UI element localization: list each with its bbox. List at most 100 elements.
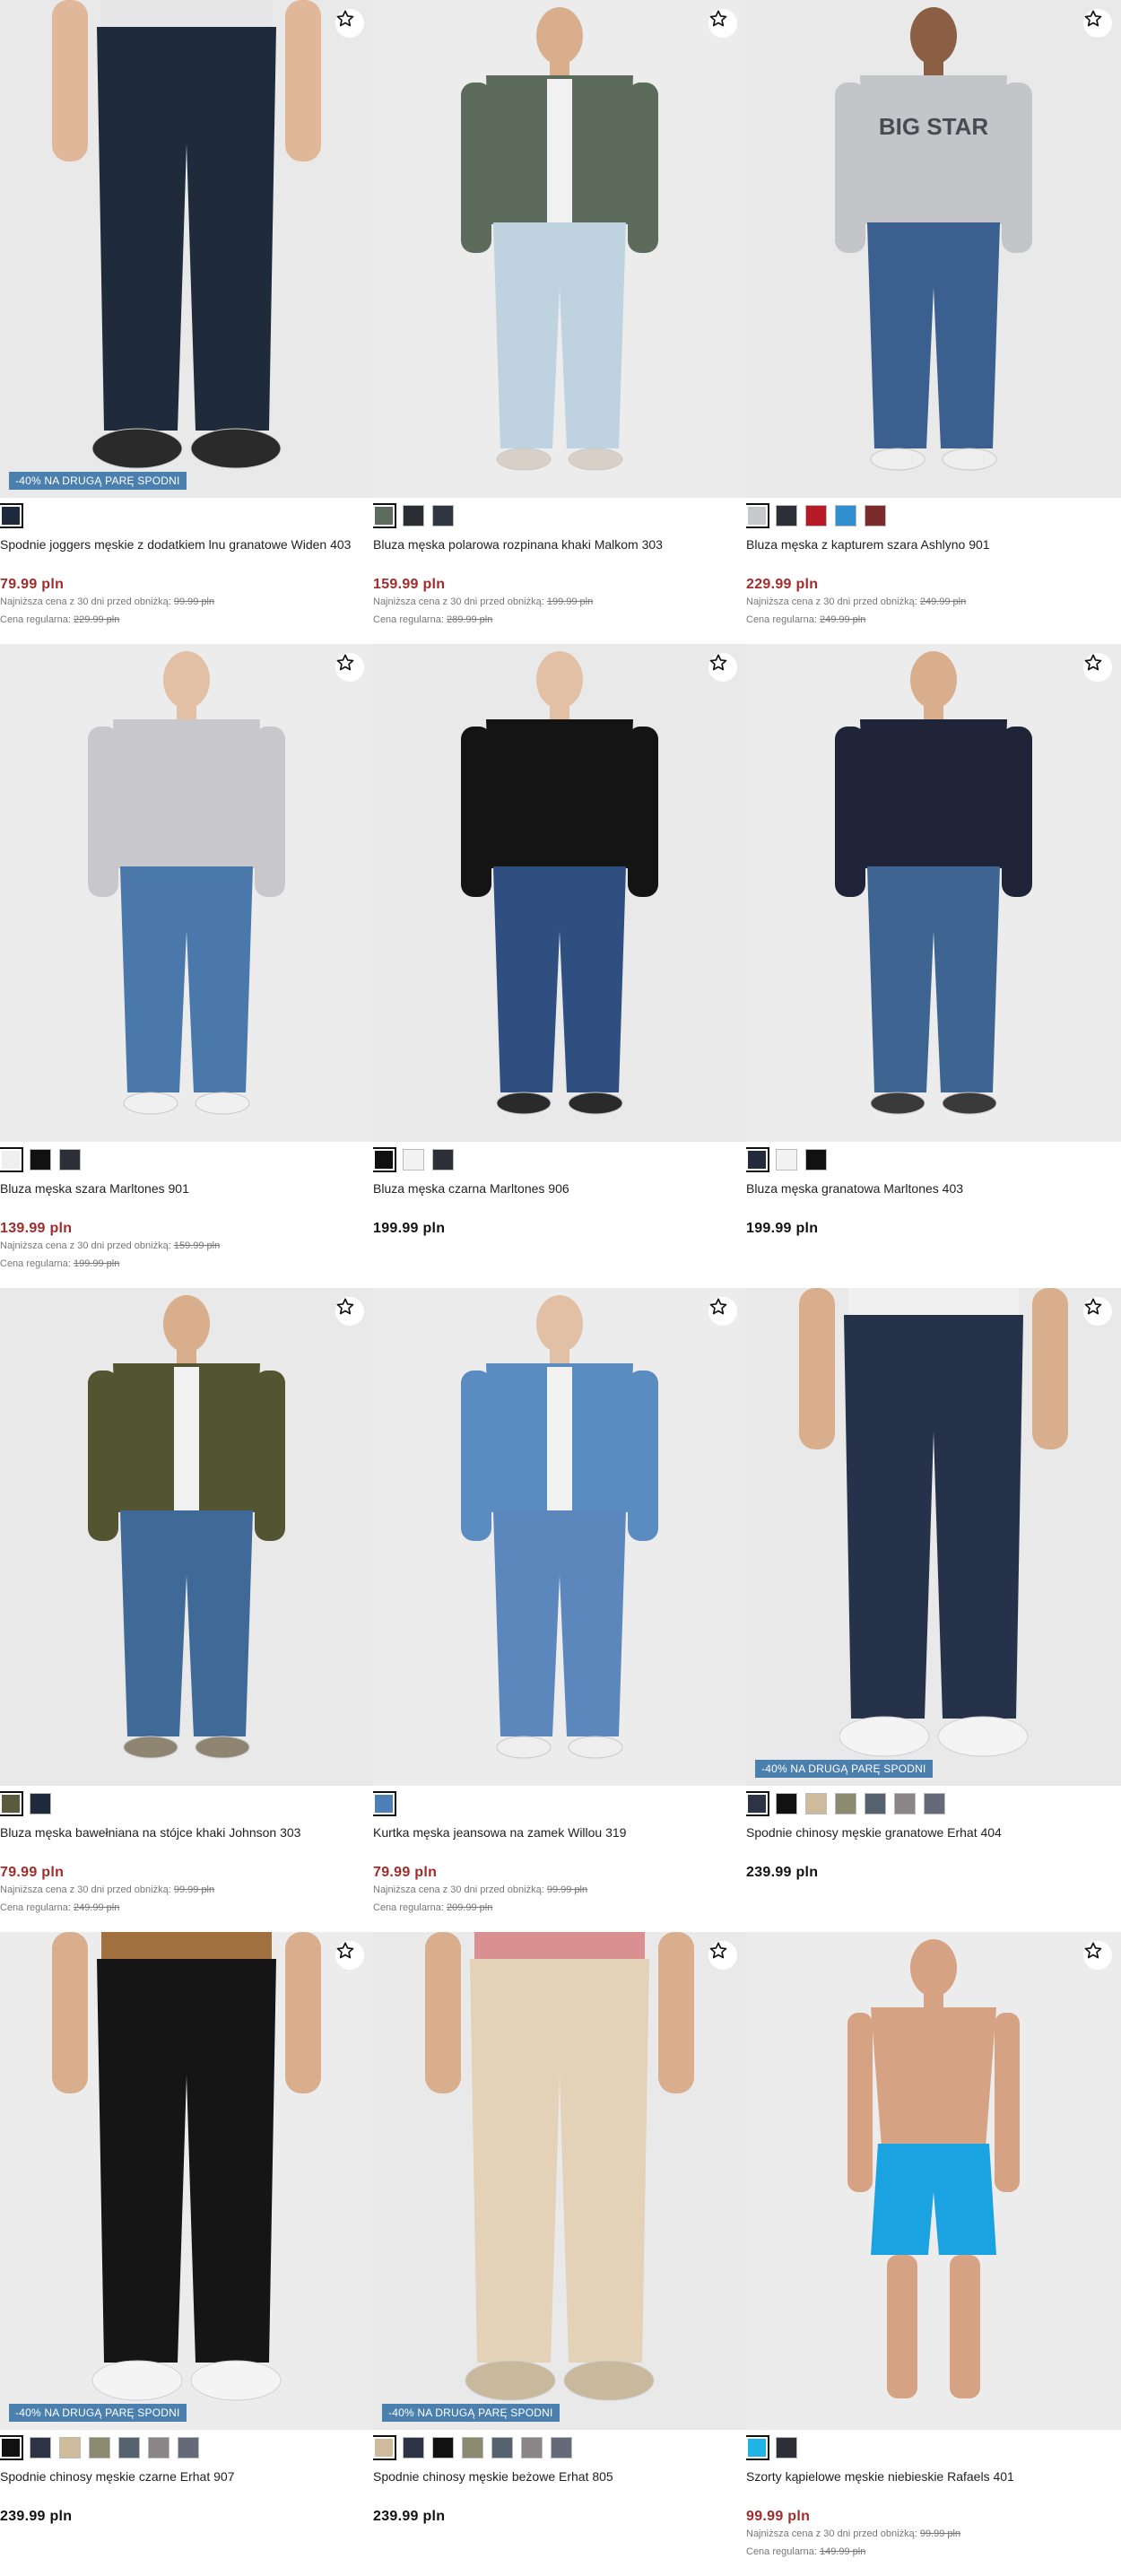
color-swatch[interactable]	[30, 2437, 51, 2459]
color-swatch[interactable]	[30, 1793, 51, 1815]
color-swatch[interactable]	[924, 1793, 945, 1815]
product-card[interactable]: Szorty kąpielowe męskie niebieskie Rafae…	[746, 1932, 1121, 2576]
color-swatch[interactable]	[118, 2437, 140, 2459]
product-name[interactable]: Bluza męska szara Marltones 901	[0, 1179, 373, 1217]
favorite-button[interactable]	[708, 1297, 737, 1326]
color-swatch[interactable]	[746, 1791, 769, 1816]
product-card[interactable]: -40% NA DRUGĄ PARĘ SPODNI Spodnie chinosy…	[373, 1932, 746, 2576]
shoe-shape	[568, 1092, 623, 1115]
color-swatch[interactable]	[89, 2437, 110, 2459]
color-swatch[interactable]	[746, 2435, 769, 2460]
product-name[interactable]: Kurtka męska jeansowa na zamek Willou 31…	[373, 1823, 746, 1861]
product-image[interactable]	[746, 1932, 1121, 2430]
color-swatch[interactable]	[373, 2435, 396, 2460]
product-image[interactable]	[746, 644, 1121, 1142]
product-card[interactable]: Bluza męska bawełniana na stójce khaki J…	[0, 1288, 373, 1932]
product-image[interactable]	[373, 0, 746, 498]
product-name[interactable]: Bluza męska polarowa rozpinana khaki Mal…	[373, 535, 746, 573]
color-swatch[interactable]	[0, 1147, 23, 1172]
color-swatch[interactable]	[776, 1793, 797, 1815]
product-image[interactable]: -40% NA DRUGĄ PARĘ SPODNI	[0, 0, 373, 498]
color-swatch[interactable]	[865, 1793, 886, 1815]
product-name[interactable]: Spodnie joggers męskie z dodatkiem lnu g…	[0, 535, 373, 573]
product-image[interactable]	[0, 644, 373, 1142]
product-image[interactable]: -40% NA DRUGĄ PARĘ SPODNI	[746, 1288, 1121, 1786]
color-swatch[interactable]	[865, 505, 886, 527]
color-swatch[interactable]	[776, 505, 797, 527]
product-name[interactable]: Spodnie chinosy męskie czarne Erhat 907	[0, 2467, 373, 2505]
color-swatch[interactable]	[148, 2437, 169, 2459]
color-swatch[interactable]	[373, 1147, 396, 1172]
product-name[interactable]: Bluza męska z kapturem szara Ashlyno 901	[746, 535, 1121, 573]
logo-print: BIG STAR	[879, 113, 989, 140]
color-swatch[interactable]	[432, 1149, 454, 1171]
product-name[interactable]: Szorty kąpielowe męskie niebieskie Rafae…	[746, 2467, 1121, 2505]
product-image[interactable]	[373, 1288, 746, 1786]
color-swatch[interactable]	[59, 1149, 81, 1171]
color-swatch[interactable]	[894, 1793, 916, 1815]
product-card[interactable]: -40% NA DRUGĄ PARĘ SPODNI Spodnie chinosy…	[746, 1288, 1121, 1932]
color-swatch[interactable]	[178, 2437, 199, 2459]
product-info: Spodnie chinosy męskie granatowe Erhat 4…	[746, 1786, 1121, 1881]
color-swatch[interactable]	[776, 1149, 797, 1171]
color-swatch[interactable]	[0, 503, 23, 528]
color-swatch[interactable]	[432, 505, 454, 527]
product-name[interactable]: Bluza męska bawełniana na stójce khaki J…	[0, 1823, 373, 1861]
product-image[interactable]: -40% NA DRUGĄ PARĘ SPODNI	[0, 1932, 373, 2430]
regular-price-value: 229.99 pln	[73, 614, 120, 625]
color-swatch[interactable]	[835, 1793, 856, 1815]
color-swatch[interactable]	[373, 503, 396, 528]
favorite-button[interactable]	[708, 1941, 737, 1970]
favorite-button[interactable]	[1083, 1297, 1112, 1326]
product-card[interactable]: -40% NA DRUGĄ PARĘ SPODNI Spodnie joggers…	[0, 0, 373, 644]
sleeve-shape	[1002, 727, 1032, 897]
color-swatch[interactable]	[805, 505, 827, 527]
product-name[interactable]: Bluza męska granatowa Marltones 403	[746, 1179, 1121, 1217]
color-swatch[interactable]	[746, 1147, 769, 1172]
top-shape	[486, 719, 633, 868]
favorite-button[interactable]	[335, 9, 364, 38]
product-card[interactable]: BIG STAR Bluza męska z kapturem szara Ash…	[746, 0, 1121, 644]
product-name[interactable]: Bluza męska czarna Marltones 906	[373, 1179, 746, 1217]
favorite-button[interactable]	[708, 653, 737, 682]
color-swatch[interactable]	[403, 2437, 424, 2459]
color-swatch[interactable]	[30, 1149, 51, 1171]
product-card[interactable]: -40% NA DRUGĄ PARĘ SPODNI Spodnie chinosy…	[0, 1932, 373, 2576]
product-card[interactable]: Kurtka męska jeansowa na zamek Willou 31…	[373, 1288, 746, 1932]
model-figure	[461, 7, 658, 471]
color-swatch[interactable]	[521, 2437, 543, 2459]
color-swatch[interactable]	[373, 1791, 396, 1816]
product-name[interactable]: Spodnie chinosy męskie granatowe Erhat 4…	[746, 1823, 1121, 1861]
color-swatch[interactable]	[403, 1149, 424, 1171]
color-swatch[interactable]	[776, 2437, 797, 2459]
color-swatch[interactable]	[491, 2437, 513, 2459]
color-swatch[interactable]	[403, 505, 424, 527]
color-swatch[interactable]	[746, 503, 769, 528]
favorite-button[interactable]	[335, 1941, 364, 1970]
color-swatch[interactable]	[835, 505, 856, 527]
favorite-button[interactable]	[1083, 653, 1112, 682]
product-name[interactable]: Spodnie chinosy męskie beżowe Erhat 805	[373, 2467, 746, 2505]
favorite-button[interactable]	[1083, 9, 1112, 38]
favorite-button[interactable]	[335, 653, 364, 682]
product-card[interactable]: Bluza męska czarna Marltones 906 199.99 p…	[373, 644, 746, 1288]
product-image[interactable]: BIG STAR	[746, 0, 1121, 498]
color-swatch[interactable]	[805, 1793, 827, 1815]
color-swatch[interactable]	[59, 2437, 81, 2459]
favorite-button[interactable]	[708, 9, 737, 38]
product-card[interactable]: Bluza męska szara Marltones 901 139.99 pl…	[0, 644, 373, 1288]
color-swatch[interactable]	[551, 2437, 572, 2459]
product-image[interactable]	[0, 1288, 373, 1786]
color-swatch[interactable]	[462, 2437, 483, 2459]
product-card[interactable]: Bluza męska granatowa Marltones 403 199.9…	[746, 644, 1121, 1288]
color-swatches	[373, 1791, 746, 1816]
product-image[interactable]	[373, 644, 746, 1142]
color-swatch[interactable]	[805, 1149, 827, 1171]
favorite-button[interactable]	[335, 1297, 364, 1326]
product-card[interactable]: Bluza męska polarowa rozpinana khaki Mal…	[373, 0, 746, 644]
color-swatch[interactable]	[0, 2435, 23, 2460]
product-image[interactable]: -40% NA DRUGĄ PARĘ SPODNI	[373, 1932, 746, 2430]
favorite-button[interactable]	[1083, 1941, 1112, 1970]
color-swatch[interactable]	[432, 2437, 454, 2459]
color-swatch[interactable]	[0, 1791, 23, 1816]
